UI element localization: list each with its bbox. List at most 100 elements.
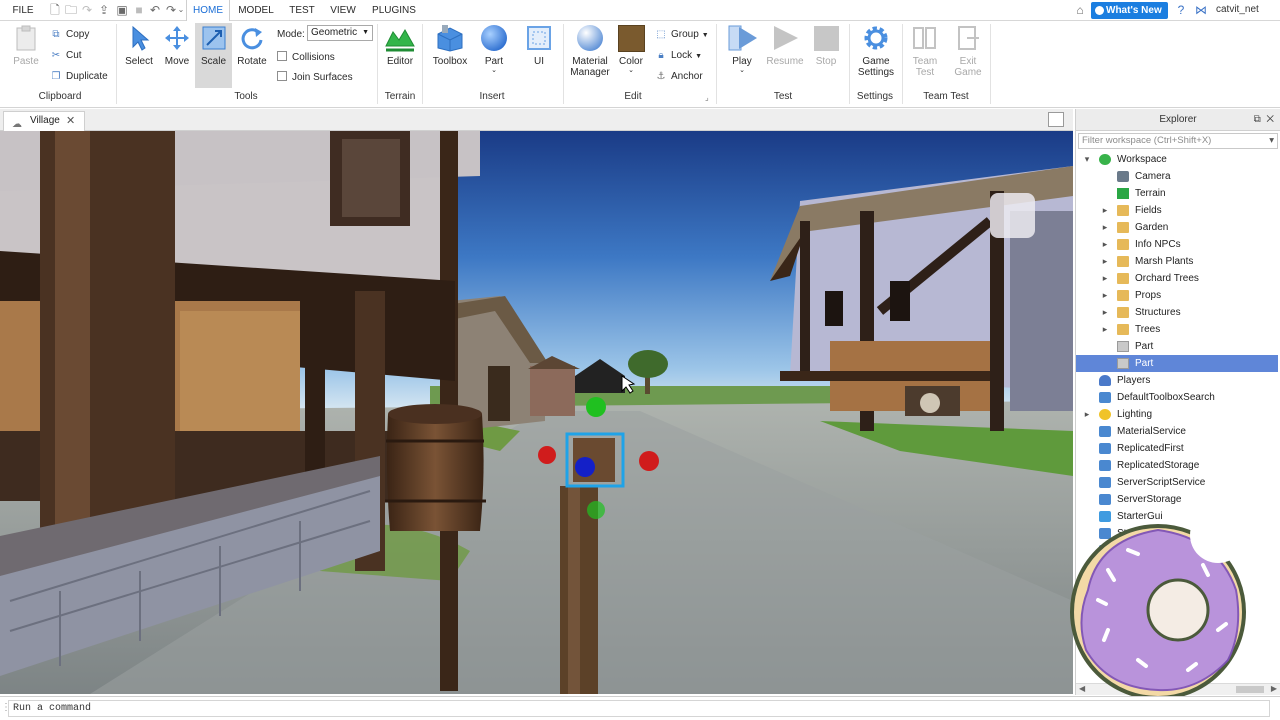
- explorer-item-materialservice[interactable]: MaterialService: [1076, 423, 1278, 440]
- home-icon[interactable]: ⌂: [1073, 3, 1087, 17]
- viewport-toggle-icon[interactable]: [1048, 112, 1064, 127]
- help-icon[interactable]: ?: [1174, 3, 1188, 17]
- scale-handle-left[interactable]: [538, 446, 556, 464]
- move-button[interactable]: Move: [159, 23, 195, 67]
- expand-arrow-icon[interactable]: ▸: [1100, 202, 1110, 219]
- explorer-item-props[interactable]: ▸ Props: [1076, 287, 1278, 304]
- explorer-item-structures[interactable]: ▸ Structures: [1076, 304, 1278, 321]
- part-button[interactable]: Part ⌄: [476, 23, 512, 75]
- expand-arrow-icon[interactable]: ▾: [1082, 151, 1092, 168]
- expand-arrow-icon[interactable]: ▸: [1100, 219, 1110, 236]
- user-name[interactable]: catvit_net: [1216, 4, 1259, 15]
- terrain-editor-button[interactable]: Editor: [381, 23, 419, 67]
- explorer-item-replicatedfirst[interactable]: ReplicatedFirst: [1076, 440, 1278, 457]
- anchor-button[interactable]: ⚓︎ Anchor: [655, 71, 703, 82]
- tab-test[interactable]: TEST: [283, 0, 321, 21]
- explorer-item-serverstorage[interactable]: ServerStorage: [1076, 491, 1278, 508]
- close-panel-icon[interactable]: ✕: [1266, 114, 1274, 125]
- terrain-editor-icon: [385, 23, 415, 53]
- command-input[interactable]: Run a command: [8, 700, 1270, 717]
- tab-view[interactable]: VIEW: [324, 0, 362, 21]
- tab-village[interactable]: ☁︎ Village ✕: [3, 111, 85, 131]
- expand-arrow-icon[interactable]: ▸: [1100, 321, 1110, 338]
- stop-icon[interactable]: ■: [132, 3, 146, 17]
- expand-arrow-icon[interactable]: ▸: [1100, 236, 1110, 253]
- explorer-item-fields[interactable]: ▸ Fields: [1076, 202, 1278, 219]
- edit-expand-icon[interactable]: ⌟: [705, 93, 709, 102]
- lock-button[interactable]: 🔒︎ Lock ▼: [655, 50, 702, 61]
- explorer-item-label: Terrain: [1135, 188, 1166, 199]
- join-surfaces-check-box[interactable]: [277, 71, 287, 81]
- group-button[interactable]: ⬚ Group ▼: [655, 29, 709, 40]
- ui-button[interactable]: UI: [522, 23, 556, 67]
- expand-arrow-icon[interactable]: ▸: [1100, 270, 1110, 287]
- stop-button[interactable]: Stop: [809, 23, 843, 67]
- undo-icon[interactable]: ↶: [148, 3, 162, 17]
- part-sphere-icon: [479, 23, 509, 53]
- gear-icon: [861, 23, 891, 53]
- new-file-icon[interactable]: 🗋: [48, 3, 62, 17]
- tab-plugins[interactable]: PLUGINS: [365, 0, 423, 21]
- publish-icon[interactable]: ⇪: [97, 3, 111, 17]
- color-button[interactable]: Color ⌄: [614, 23, 648, 75]
- copy-button[interactable]: ⧉ Copy: [50, 29, 89, 40]
- tab-model[interactable]: MODEL: [232, 0, 280, 21]
- material-manager-button[interactable]: Material Manager: [568, 23, 612, 78]
- collisions-checkbox[interactable]: Collisions: [277, 51, 335, 63]
- explorer-filter-input[interactable]: Filter workspace (Ctrl+Shift+X) ▾: [1078, 133, 1278, 149]
- explorer-item-orchard-trees[interactable]: ▸ Orchard Trees: [1076, 270, 1278, 287]
- explorer-item-defaulttoolboxsearch[interactable]: DefaultToolboxSearch: [1076, 389, 1278, 406]
- explorer-item-players[interactable]: Players: [1076, 372, 1278, 389]
- undock-icon[interactable]: ⧉: [1254, 114, 1261, 125]
- lock-icon: 🔒︎: [658, 50, 664, 61]
- rotate-button[interactable]: Rotate: [234, 23, 270, 67]
- expand-arrow-icon[interactable]: ▸: [1100, 304, 1110, 321]
- scale-handle-right[interactable]: [639, 451, 659, 471]
- explorer-item-terrain[interactable]: Terrain: [1076, 185, 1278, 202]
- open-file-icon[interactable]: 🗀: [64, 3, 78, 17]
- exit-game-button[interactable]: Exit Game: [949, 23, 987, 78]
- filter-dropdown-icon[interactable]: ▾: [1269, 134, 1274, 148]
- close-tab-icon[interactable]: ✕: [66, 112, 75, 130]
- tab-home[interactable]: HOME: [186, 0, 230, 22]
- team-test-button[interactable]: Team Test: [906, 23, 944, 78]
- explorer-item-serverscriptservice[interactable]: ServerScriptService: [1076, 474, 1278, 491]
- scale-handle-bottom[interactable]: [587, 501, 605, 519]
- scale-handle-front[interactable]: [575, 457, 595, 477]
- mode-select[interactable]: Geometric ▼: [307, 25, 373, 41]
- team-test-icon: [910, 23, 940, 53]
- explorer-item-workspace[interactable]: ▾ Workspace: [1076, 151, 1278, 168]
- toolbox-button[interactable]: Toolbox: [428, 23, 472, 67]
- explorer-item-part[interactable]: Part: [1076, 355, 1278, 372]
- explorer-item-trees[interactable]: ▸ Trees: [1076, 321, 1278, 338]
- 3d-viewport[interactable]: [0, 131, 1073, 694]
- expand-arrow-icon[interactable]: ▸: [1100, 287, 1110, 304]
- explorer-item-replicatedstorage[interactable]: ReplicatedStorage: [1076, 457, 1278, 474]
- duplicate-button[interactable]: ❐ Duplicate: [50, 71, 108, 82]
- explorer-item-part[interactable]: Part: [1076, 338, 1278, 355]
- file-menu[interactable]: FILE: [4, 0, 42, 21]
- play-button[interactable]: Play ⌄: [722, 23, 762, 75]
- scroll-right-icon[interactable]: ▶: [1271, 684, 1277, 693]
- select-button[interactable]: Select: [121, 23, 157, 67]
- explorer-item-garden[interactable]: ▸ Garden: [1076, 219, 1278, 236]
- group-dropdown-icon: ▼: [701, 32, 709, 39]
- expand-arrow-icon[interactable]: ▸: [1100, 253, 1110, 270]
- collisions-check-box[interactable]: [277, 51, 287, 61]
- game-settings-button[interactable]: Game Settings: [854, 23, 898, 78]
- explorer-item-camera[interactable]: Camera: [1076, 168, 1278, 185]
- redo-arrow-icon[interactable]: ↷: [80, 3, 94, 17]
- whats-new-button[interactable]: What's New: [1091, 2, 1168, 19]
- explorer-item-marsh-plants[interactable]: ▸ Marsh Plants: [1076, 253, 1278, 270]
- save-icon[interactable]: ▣: [115, 3, 129, 17]
- explorer-item-lighting[interactable]: ▸ Lighting: [1076, 406, 1278, 423]
- expand-arrow-icon[interactable]: ▸: [1082, 406, 1092, 423]
- scale-button[interactable]: Scale: [195, 23, 232, 88]
- share-icon[interactable]: ⋈: [1194, 3, 1208, 17]
- paste-button[interactable]: Paste: [8, 23, 44, 67]
- cut-button[interactable]: ✂ Cut: [50, 50, 82, 61]
- resume-button[interactable]: Resume: [764, 23, 806, 67]
- explorer-item-info-npcs[interactable]: ▸ Info NPCs: [1076, 236, 1278, 253]
- scale-handle-top[interactable]: [586, 397, 606, 417]
- join-surfaces-checkbox[interactable]: Join Surfaces: [277, 71, 353, 83]
